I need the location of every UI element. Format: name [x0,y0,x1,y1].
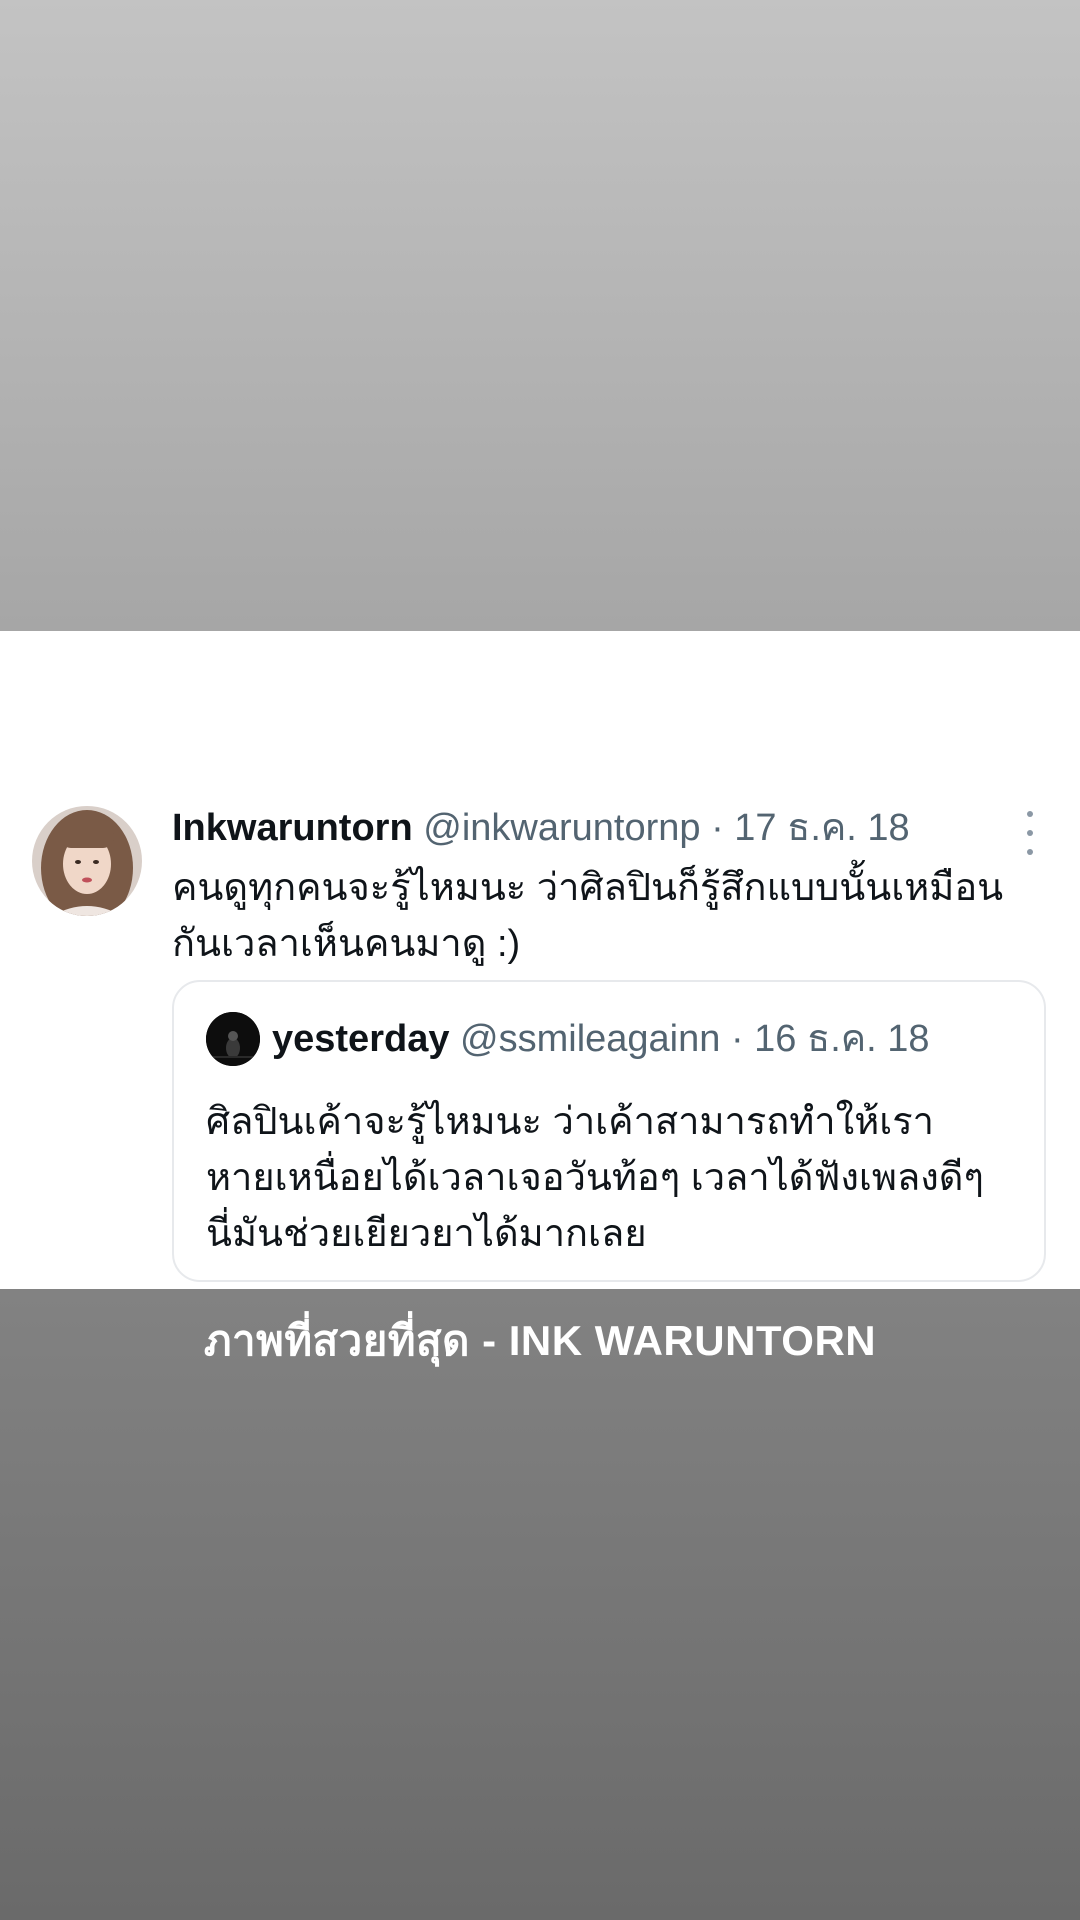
more-options-button[interactable] [1018,811,1042,855]
background-bottom [0,1289,1080,1920]
quoted-tweet-text: ศิลปินเค้าจะรู้ไหมนะ ว่าเค้าสามารถทำให้เ… [206,1094,1026,1262]
handle-text: @inkwaruntornp [423,807,701,849]
tweet-card[interactable]: Inkwaruntorn @inkwaruntornp · 17 ธ.ค. 18… [0,631,1080,1289]
quoted-text-line: นี่มันช่วยเยียวยาได้มากเลย [206,1213,647,1255]
quoted-tweet-card[interactable]: yesterday @ssmileagainn · 16 ธ.ค. 18 ศิล… [172,980,1046,1282]
avatar[interactable] [32,806,142,916]
quoted-tweet-date[interactable]: 16 ธ.ค. 18 [754,1018,929,1060]
quoted-tweet-header: yesterday @ssmileagainn · 16 ธ.ค. 18 [272,1014,930,1064]
more-vertical-icon-dot [1027,849,1033,855]
separator-dot: · [700,807,735,849]
user-handle[interactable]: @inkwaruntornp [423,807,700,849]
quoted-text-line: หายเหนื่อยได้เวลาเจอวันท้อๆ เวลาได้ฟังเพ… [206,1157,984,1199]
quoted-avatar[interactable] [206,1012,260,1066]
display-name[interactable]: Inkwaruntorn [172,807,413,849]
quoted-user-handle[interactable]: @ssmileagainn [460,1018,720,1060]
tweet-text: คนดูทุกคนจะรู้ไหมนะ ว่าศิลปินก็รู้สึกแบบ… [172,860,1042,972]
separator-dot: · [720,1018,755,1060]
quoted-display-name[interactable]: yesterday [272,1018,449,1060]
more-vertical-icon-dot [1027,830,1033,836]
more-vertical-icon [1027,811,1033,817]
tweet-text-line: คนดูทุกคนจะรู้ไหมนะ ว่าศิลปินก็รู้สึกแบบ… [172,867,1004,909]
quoted-text-line: ศิลปินเค้าจะรู้ไหมนะ ว่าเค้าสามารถทำให้เ… [206,1101,934,1143]
tweet-date[interactable]: 17 ธ.ค. 18 [734,807,909,849]
background-top [0,0,1080,631]
tweet-text-line: กันเวลาเห็นคนมาดู :) [172,923,521,965]
story-caption: ภาพที่สวยที่สุด - INK WARUNTORN [203,1317,877,1364]
tweet-header: Inkwaruntorn @inkwaruntornp · 17 ธ.ค. 18 [172,803,1012,853]
